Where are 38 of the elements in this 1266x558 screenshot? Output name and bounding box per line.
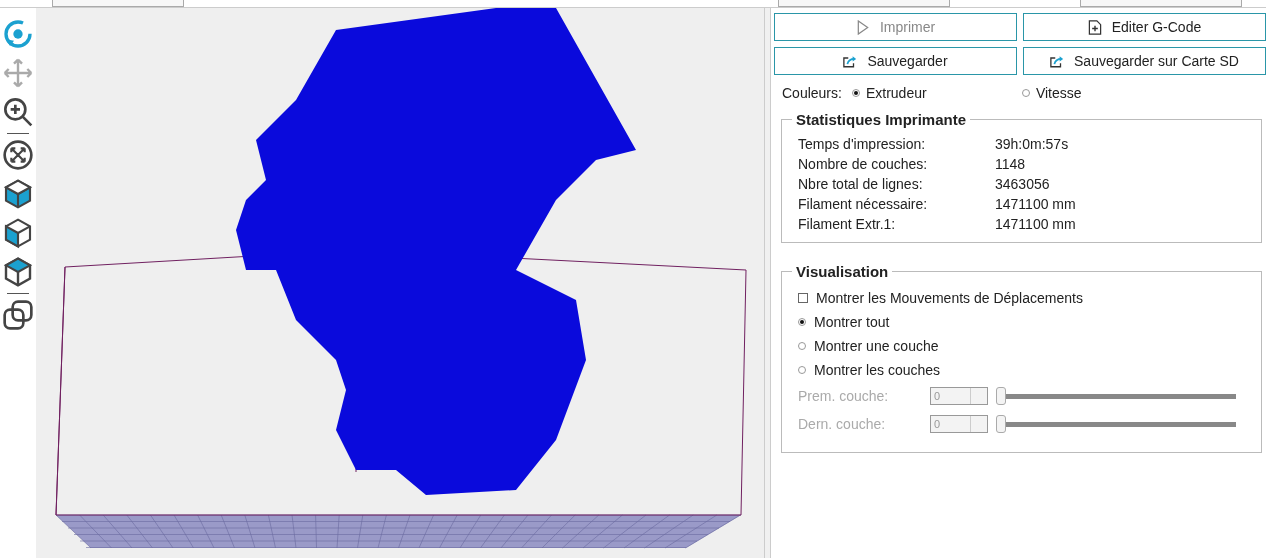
action-button[interactable]: Editer G-Code <box>1023 13 1266 41</box>
stat-label: Filament nécessaire: <box>798 195 929 214</box>
stat-value: 3463056 <box>995 175 1051 194</box>
radio-button[interactable] <box>798 318 806 326</box>
stat-label: Nbre total de lignes: <box>798 175 924 194</box>
zoom-icon[interactable] <box>1 96 34 128</box>
stat-label: Nombre de couches: <box>798 155 929 174</box>
panel-title: Visualisation <box>795 263 890 280</box>
action-button[interactable]: Sauvegarder <box>774 47 1017 75</box>
overlap-icon[interactable] <box>1 299 34 331</box>
checkbox[interactable] <box>798 293 808 303</box>
option-label[interactable]: Montrer une couche <box>814 334 939 358</box>
radio-label[interactable]: Extrudeur <box>865 85 927 101</box>
colors-label: Couleurs: <box>782 85 842 101</box>
tab-strip[interactable] <box>1080 0 1242 7</box>
stat-value: 1471100 mm <box>995 195 1077 214</box>
stat-value: 1471100 mm <box>995 215 1077 234</box>
play-icon <box>855 19 870 35</box>
stat-value: 1148 <box>995 155 1027 174</box>
layer-label: Dern. couche: <box>798 416 887 432</box>
stat-label: Temps d'impression: <box>798 135 927 154</box>
option-label[interactable]: Montrer tout <box>814 310 890 334</box>
cube-top-icon[interactable] <box>1 256 34 288</box>
splitter-handle[interactable] <box>763 8 771 558</box>
radio-label[interactable]: Vitesse <box>1035 85 1082 101</box>
layer-label: Prem. couche: <box>798 388 890 404</box>
option-label[interactable]: Montrer les Mouvements de Déplacements <box>816 286 1083 310</box>
panel-title: Statistiques Imprimante <box>795 111 968 128</box>
fit-icon[interactable] <box>1 139 34 171</box>
stat-label: Filament Extr.1: <box>798 215 897 234</box>
document-plus-icon <box>1087 19 1102 35</box>
rotate-icon[interactable] <box>1 18 34 50</box>
tab-strip[interactable] <box>52 0 184 7</box>
cube-front-icon[interactable] <box>1 178 34 210</box>
option-label[interactable]: Montrer les couches <box>814 358 941 382</box>
action-button[interactable]: Sauvegarder sur Carte SD <box>1023 47 1266 75</box>
tab-strip[interactable] <box>778 0 950 7</box>
stat-value: 39h:0m:57s <box>995 135 1070 154</box>
